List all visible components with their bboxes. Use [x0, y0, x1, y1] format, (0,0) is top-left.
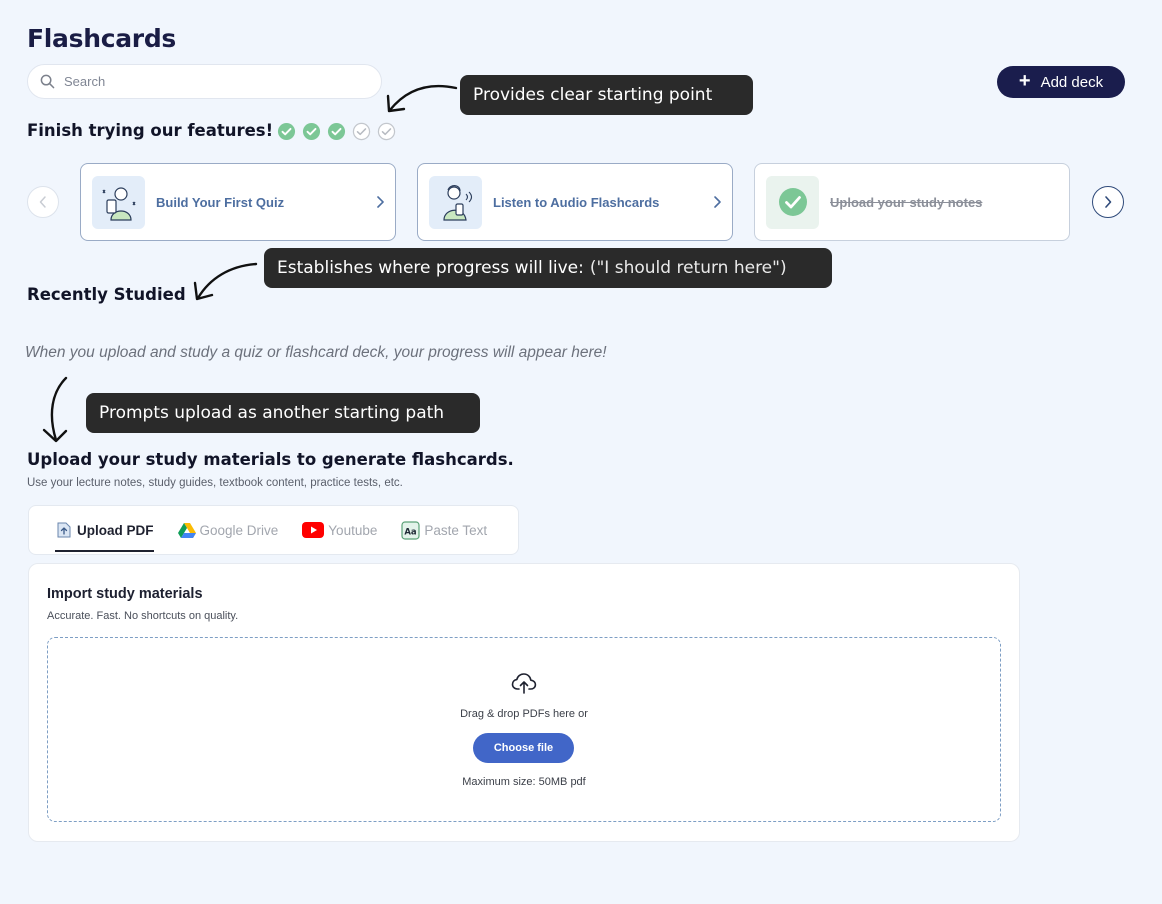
- search-input[interactable]: [64, 74, 354, 89]
- recently-studied-title: Recently Studied: [27, 285, 186, 304]
- annotation-bubble-upload: Prompts upload as another starting path: [86, 393, 480, 433]
- search-icon: [40, 74, 55, 89]
- feature-card-label: Build Your First Quiz: [156, 194, 285, 210]
- annotation-arrow-icon: [193, 262, 258, 301]
- features-title: Finish trying our features!: [27, 121, 274, 140]
- feature-card-upload-notes[interactable]: Upload your study notes: [754, 163, 1070, 241]
- feature-card-build-quiz[interactable]: Build Your First Quiz: [80, 163, 396, 241]
- tab-label: Google Drive: [199, 522, 279, 538]
- tab-label: Youtube: [328, 522, 378, 538]
- recent-empty-message: When you upload and study a quiz or flas…: [25, 344, 607, 361]
- check-empty-icon: [377, 122, 396, 141]
- add-deck-label: Add deck: [1040, 73, 1104, 91]
- page-title: Flashcards: [27, 24, 176, 53]
- paste-text-icon: Aa: [401, 520, 420, 540]
- upload-subtitle: Use your lecture notes, study guides, te…: [27, 477, 403, 489]
- tab-google-drive[interactable]: Google Drive: [177, 517, 279, 543]
- pdf-dropzone[interactable]: [47, 637, 1001, 822]
- max-size-note: Maximum size: 50MB pdf: [462, 776, 586, 788]
- carousel-prev-button[interactable]: [27, 186, 59, 218]
- check-empty-icon: [352, 122, 371, 141]
- feature-card-label: Listen to Audio Flashcards: [493, 194, 660, 210]
- tab-label: Upload PDF: [77, 522, 154, 538]
- upload-title: Upload your study materials to generate …: [27, 450, 514, 469]
- check-filled-icon: [277, 122, 296, 141]
- plus-icon: +: [1018, 70, 1031, 92]
- import-subtitle: Accurate. Fast. No shortcuts on quality.: [47, 610, 239, 622]
- tab-label: Paste Text: [424, 522, 488, 538]
- import-title: Import study materials: [47, 586, 203, 602]
- check-filled-icon: [327, 122, 346, 141]
- annotation-bubble-progress: Establishes where progress will live: ("…: [264, 248, 832, 288]
- svg-text:Aa: Aa: [405, 527, 418, 537]
- audio-illustration-icon: [429, 175, 482, 229]
- annotation-text: Provides clear starting point: [473, 85, 713, 105]
- chevron-left-icon: [39, 196, 46, 208]
- pdf-file-icon: [57, 522, 71, 538]
- carousel-next-button[interactable]: [1092, 186, 1124, 218]
- tab-youtube[interactable]: Youtube: [302, 517, 377, 543]
- google-drive-icon: [177, 523, 196, 538]
- check-completed-icon: [766, 175, 819, 229]
- annotation-text: Prompts upload as another starting path: [99, 403, 445, 423]
- feature-progress: [277, 122, 396, 141]
- chevron-right-icon: [714, 196, 721, 208]
- annotation-quote: ("I should return here"): [589, 258, 787, 278]
- add-deck-button[interactable]: + Add deck: [997, 66, 1125, 98]
- choose-file-button[interactable]: Choose file: [473, 733, 574, 763]
- feature-card-label: Upload your study notes: [830, 194, 983, 210]
- annotation-arrow-icon: [42, 376, 68, 443]
- annotation-text: Establishes where progress will live:: [277, 258, 584, 278]
- chevron-right-icon: [1105, 196, 1112, 208]
- annotation-arrow-icon: [386, 84, 458, 113]
- youtube-icon: [302, 522, 325, 538]
- feature-card-audio-flashcards[interactable]: Listen to Audio Flashcards: [417, 163, 733, 241]
- annotation-bubble-starting-point: Provides clear starting point: [460, 75, 753, 115]
- check-filled-icon: [302, 122, 321, 141]
- drop-instructions: Drag & drop PDFs here or: [460, 708, 588, 720]
- search-bar[interactable]: [27, 64, 382, 99]
- tab-upload-pdf[interactable]: Upload PDF: [55, 517, 154, 552]
- chevron-right-icon: [377, 196, 384, 208]
- tab-paste-text[interactable]: Aa Paste Text: [401, 517, 487, 543]
- upload-source-tabs: Upload PDF Google Drive Youtube Aa Paste…: [28, 505, 519, 555]
- quiz-illustration-icon: [92, 175, 145, 229]
- cloud-upload-icon: [511, 673, 537, 694]
